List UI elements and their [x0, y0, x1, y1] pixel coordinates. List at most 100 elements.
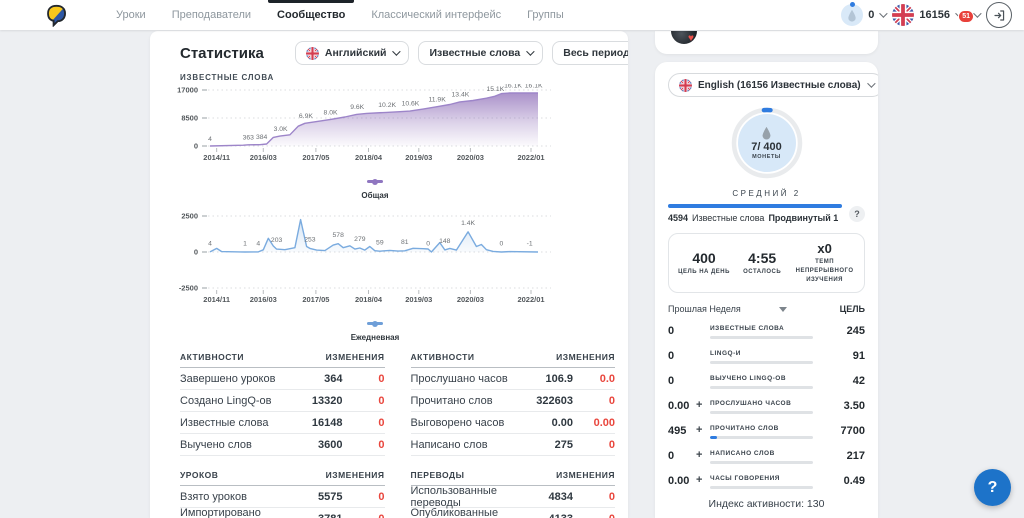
stat-value: 364: [285, 373, 343, 385]
stat-value: 322603: [515, 395, 573, 407]
stat-value: 5575: [285, 491, 343, 503]
lingq-logo-icon[interactable]: [46, 4, 67, 27]
plus-button[interactable]: +: [696, 475, 710, 485]
statistics-tables: АКТИВНОСТИИЗМЕНЕНИЯЗавершено уроков3640С…: [180, 352, 615, 518]
goal-current-value: 0: [668, 375, 696, 387]
goal-progress-bar: [710, 411, 813, 414]
streak-multiplier-label: ТЕМП НЕПРЕРЫВНОГО ИЗУЧЕНИЯ: [791, 258, 858, 285]
filter-pill[interactable]: Английский: [295, 41, 410, 65]
chevron-down-icon: [393, 47, 401, 55]
legend-marker-daily: [367, 322, 383, 325]
filter-pill-label: Английский: [325, 47, 387, 59]
stat-delta: 0: [343, 395, 385, 407]
plus-button[interactable]: +: [696, 400, 710, 410]
chevron-down-icon: [867, 79, 875, 87]
stats-table: УРОКОВИЗМЕНЕНИЯВзято уроков55750Импортир…: [180, 470, 385, 518]
logout-button[interactable]: [986, 2, 1012, 28]
svg-text:2017/05: 2017/05: [302, 295, 329, 304]
plus-button[interactable]: +: [696, 425, 710, 435]
table-row: Прочитано слов3226030: [411, 390, 616, 412]
level-help-button[interactable]: ?: [849, 206, 865, 222]
goal-label: ВЫУЧЕНО LINGQ-ОВ: [710, 375, 825, 382]
goal-target-value: 217: [825, 450, 865, 462]
known-words-count: 16156: [919, 9, 950, 21]
stat-value: 0.00: [515, 417, 573, 429]
filter-pills: Английский Известные слова Весь период: [295, 41, 628, 65]
svg-text:0: 0: [194, 142, 198, 151]
svg-text:2500: 2500: [181, 212, 198, 221]
svg-text:1: 1: [243, 240, 247, 247]
stat-delta: 0: [573, 395, 615, 407]
coins-value: 7/ 400: [751, 141, 782, 153]
table-row: Известные слова161480: [180, 412, 385, 434]
stat-label: Завершено уроков: [180, 373, 285, 385]
table-row: Написано слов2750: [411, 434, 616, 456]
stat-label: Использованные переводы: [411, 485, 516, 509]
milestone-value: 4594: [668, 213, 688, 223]
filter-pill-label: Весь период: [563, 47, 628, 59]
goal-row: 0LINGQ-И91: [668, 350, 865, 364]
stat-delta: 0: [343, 439, 385, 451]
svg-text:15.1K: 15.1K: [486, 86, 504, 93]
nav-item[interactable]: Сообщество: [264, 0, 358, 30]
milestone-mid-label: Известные слова: [692, 213, 764, 223]
table-title: АКТИВНОСТИ: [180, 352, 244, 362]
stat-value: 4133: [515, 513, 573, 518]
chart-legend-daily[interactable]: Ежедневная: [165, 312, 585, 342]
nav-item[interactable]: Классический интерфейс: [358, 0, 514, 30]
sidebar-language-label: English (16156 Известные слова): [698, 80, 861, 91]
svg-text:-2500: -2500: [179, 284, 198, 293]
goal-label: LINGQ-И: [710, 350, 825, 357]
svg-text:3.0K: 3.0K: [274, 126, 288, 133]
help-button[interactable]: ?: [974, 469, 1011, 506]
stats-table: ПЕРЕВОДЫИЗМЕНЕНИЯИспользованные переводы…: [411, 470, 616, 518]
table-row: Завершено уроков3640: [180, 368, 385, 390]
topbar-right-cluster: 0 16156 51: [841, 2, 1012, 28]
svg-text:10.6K: 10.6K: [402, 101, 420, 108]
nav-item[interactable]: Уроки: [103, 0, 159, 30]
table-row: Выучено слов36000: [180, 434, 385, 456]
activity-index: Индекс активности: 130: [668, 498, 865, 510]
sidebar-language-selector[interactable]: English (16156 Известные слова): [668, 73, 878, 97]
svg-text:6.9K: 6.9K: [299, 113, 313, 120]
svg-text:2018/04: 2018/04: [355, 153, 383, 162]
svg-text:0: 0: [499, 240, 503, 247]
stat-delta: 0.00: [573, 417, 615, 429]
stats-table: АКТИВНОСТИИЗМЕНЕНИЯПрослушано часов106.9…: [411, 352, 616, 456]
goal-progress-bar: [710, 386, 813, 389]
uk-flag-icon: [679, 79, 692, 92]
svg-text:81: 81: [401, 239, 409, 246]
stat-value: 275: [515, 439, 573, 451]
filter-pill[interactable]: Известные слова: [418, 41, 543, 65]
goal-progress-fill: [710, 436, 717, 439]
coins-meter: 7/ 400 МОНЕТЫ: [730, 106, 804, 180]
goal-label: ЧАСЫ ГОВОРЕНИЯ: [710, 475, 825, 482]
svg-text:9.6K: 9.6K: [350, 104, 364, 111]
nav-item[interactable]: Преподаватели: [159, 0, 264, 30]
streak-multiplier-value: x0: [791, 241, 858, 256]
nav-item[interactable]: Группы: [514, 0, 577, 30]
stat-delta: 0: [573, 491, 615, 503]
plus-button[interactable]: +: [696, 450, 710, 460]
streak-dropdown[interactable]: 0: [841, 4, 885, 26]
stat-label: Импортировано уроков: [180, 507, 285, 518]
stat-value: 3781: [285, 513, 343, 518]
svg-text:16.1K: 16.1K: [525, 84, 543, 89]
goal-row: 0.00+ПРОСЛУШАНО ЧАСОВ3.50: [668, 400, 865, 414]
stats-table: АКТИВНОСТИИЗМЕНЕНИЯЗавершено уроков3640С…: [180, 352, 385, 456]
svg-text:-1: -1: [527, 240, 533, 247]
tutor-card-partial: ♥: [655, 31, 878, 54]
week-selector[interactable]: Прошлая Неделя ЦЕЛЬ: [668, 304, 865, 314]
profile-menu[interactable]: 51: [968, 12, 979, 18]
uk-flag-icon: [306, 47, 319, 60]
filter-pill[interactable]: Весь период: [552, 41, 628, 65]
svg-text:0: 0: [426, 240, 430, 247]
svg-text:578: 578: [333, 232, 345, 239]
chart-legend-total[interactable]: Общая: [165, 170, 585, 200]
known-words-daily-chart: 25000-25002014/112016/032017/052018/0420…: [165, 208, 620, 310]
streak-progress-dot: [850, 2, 855, 7]
goal-row: 0+НАПИСАНО СЛОВ217: [668, 450, 865, 464]
language-coins-dropdown[interactable]: 16156: [892, 4, 961, 26]
progress-sidebar: English (16156 Известные слова) 7/ 400 М…: [655, 62, 878, 518]
svg-text:2020/03: 2020/03: [457, 295, 484, 304]
